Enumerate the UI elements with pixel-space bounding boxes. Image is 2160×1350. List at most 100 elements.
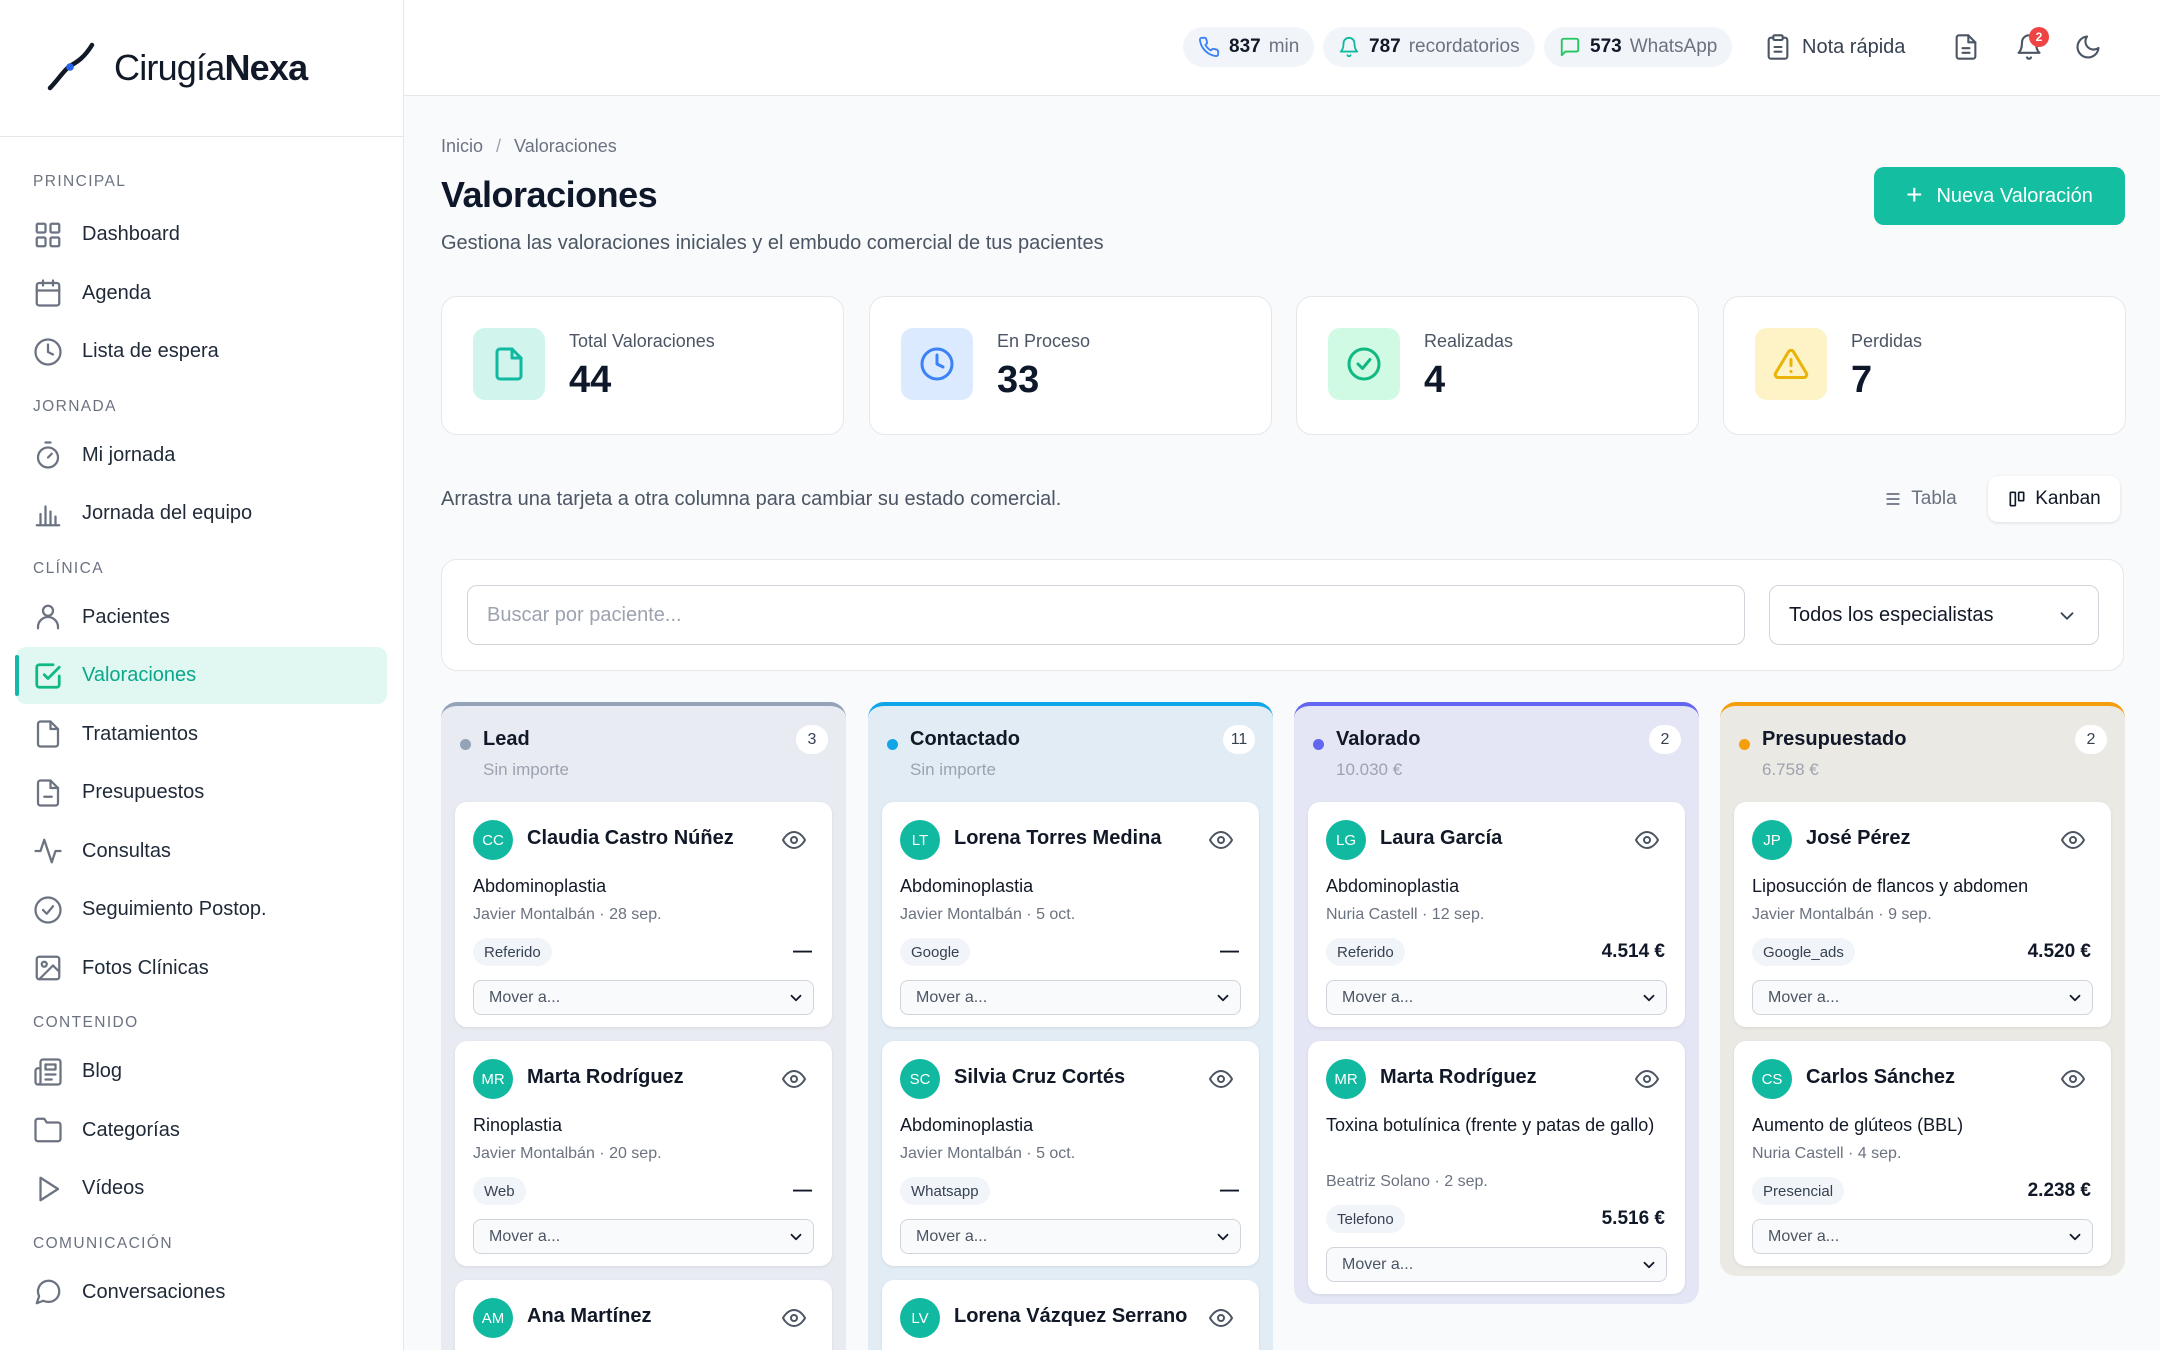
kanban-card[interactable]: LV Lorena Vázquez Serrano <box>882 1280 1259 1350</box>
notifications-button[interactable]: 2 <box>2015 26 2049 68</box>
sidebar-item-label: Valoraciones <box>82 664 197 686</box>
eye-icon[interactable] <box>1209 828 1233 852</box>
new-valoracion-button[interactable]: + Nueva Valoración <box>1874 167 2125 225</box>
sidebar-item-categorías[interactable]: Categorías <box>16 1102 387 1159</box>
sidebar-item-jornada-del-equipo[interactable]: Jornada del equipo <box>16 485 387 542</box>
phone-icon <box>1199 36 1220 57</box>
move-to-select[interactable]: Mover a... <box>1752 980 2093 1015</box>
reminders-pill[interactable]: 787 recordatorios <box>1323 27 1535 67</box>
kanban-card[interactable]: CS Carlos Sánchez Aumento de glúteos (BBL)… <box>1734 1041 2111 1266</box>
eye-icon[interactable] <box>1209 1306 1233 1330</box>
eye-icon[interactable] <box>782 828 806 852</box>
eye-icon[interactable] <box>782 1067 806 1091</box>
sidebar-item-lista-de-espera[interactable]: Lista de espera <box>16 323 387 380</box>
sidebar-item-presupuestos[interactable]: Presupuestos <box>16 764 387 821</box>
specialist-select[interactable]: Todos los especialistas <box>1769 585 2099 645</box>
move-to-placeholder: Mover a... <box>1342 1255 1414 1273</box>
source-tag: Web <box>473 1177 526 1205</box>
kanban-card[interactable]: LG Laura García Abdominoplastia Nuria Caste… <box>1308 802 1685 1027</box>
kanban-card[interactable]: JP José Pérez Liposucción de flancos y abd… <box>1734 802 2111 1027</box>
card-amount: 4.520 € <box>2027 941 2091 962</box>
stat-icon-box <box>901 328 973 400</box>
sidebar-item-label: Jornada del equipo <box>82 502 253 524</box>
sidebar-item-label: Dashboard <box>82 223 180 245</box>
chevron-down-icon <box>1217 994 1229 1002</box>
eye-icon[interactable] <box>1635 1067 1659 1091</box>
move-to-select[interactable]: Mover a... <box>900 1219 1241 1254</box>
patient-name[interactable]: Ana Martínez <box>527 1305 651 1328</box>
kanban-card[interactable]: MR Marta Rodríguez Rinoplastia Javier Monta… <box>455 1041 832 1266</box>
notifications-badge: 2 <box>2029 27 2049 47</box>
procedure: Liposucción de flancos y abdomen <box>1752 876 2029 896</box>
sidebar-item-conversaciones[interactable]: Conversaciones <box>16 1264 387 1321</box>
patient-name[interactable]: Silvia Cruz Cortés <box>954 1066 1125 1089</box>
card-meta: Javier Montalbán · 28 sep. <box>473 906 662 923</box>
minutes-pill[interactable]: 837 min <box>1183 27 1315 67</box>
stat-value: 44 <box>569 359 612 401</box>
stat-value: 4 <box>1424 359 1446 401</box>
sidebar-item-tratamientos[interactable]: Tratamientos <box>16 706 387 763</box>
sidebar-item-fotos-clínicas[interactable]: Fotos Clínicas <box>16 940 387 997</box>
minutes-unit: min <box>1268 36 1300 57</box>
sidebar-item-vídeos[interactable]: Vídeos <box>16 1160 387 1217</box>
avatar: SC <box>900 1059 940 1099</box>
card-meta: Nuria Castell · 12 sep. <box>1326 906 1485 923</box>
avatar: CC <box>473 820 513 860</box>
sidebar-item-blog[interactable]: Blog <box>16 1043 387 1100</box>
sidebar-item-valoraciones[interactable]: Valoraciones <box>15 647 387 704</box>
move-to-select[interactable]: Mover a... <box>1752 1219 2093 1254</box>
patient-name[interactable]: Carlos Sánchez <box>1806 1066 1955 1089</box>
kanban-card[interactable]: LT Lorena Torres Medina Abdominoplastia Jav… <box>882 802 1259 1027</box>
sidebar-item-pacientes[interactable]: Pacientes <box>16 589 387 646</box>
view-table-button[interactable]: Tabla <box>1858 476 1982 522</box>
document-button[interactable] <box>1952 26 1980 68</box>
patient-name[interactable]: Lorena Vázquez Serrano <box>954 1305 1187 1328</box>
sidebar-item-seguimiento-postop-[interactable]: Seguimiento Postop. <box>16 881 387 938</box>
patient-name[interactable]: Laura García <box>1380 827 1502 850</box>
source-tag: Presencial <box>1752 1177 1845 1205</box>
search-input[interactable]: Buscar por paciente... <box>467 585 1745 645</box>
kanban-column[interactable]: Valorado 10.030 € 2 LG Laura García Abdominop… <box>1294 702 1699 1304</box>
sidebar-item-agenda[interactable]: Agenda <box>16 265 387 322</box>
card-amount: — <box>793 1180 812 1201</box>
sidebar-item-consultas[interactable]: Consultas <box>16 823 387 880</box>
card-amount: — <box>1220 941 1239 962</box>
eye-icon[interactable] <box>1209 1067 1233 1091</box>
kanban-card[interactable]: MR Marta Rodríguez Toxina botulínica (fren… <box>1308 1041 1685 1294</box>
whatsapp-pill[interactable]: 573 WhatsApp <box>1544 27 1733 67</box>
patient-name[interactable]: José Pérez <box>1806 827 1911 850</box>
procedure: Toxina botulínica (frente y patas de gal… <box>1326 1115 1655 1135</box>
breadcrumb-home[interactable]: Inicio <box>441 136 483 156</box>
message-icon <box>1560 37 1580 57</box>
avatar: LG <box>1326 820 1366 860</box>
patient-name[interactable]: Claudia Castro Núñez <box>527 827 734 850</box>
kanban-column[interactable]: Contactado Sin importe 11 LT Lorena Torres M… <box>868 702 1273 1350</box>
kanban-card[interactable]: SC Silvia Cruz Cortés Abdominoplastia Javie… <box>882 1041 1259 1266</box>
sidebar-item-label: Presupuestos <box>82 781 205 803</box>
eye-icon[interactable] <box>2061 1067 2085 1091</box>
move-to-select[interactable]: Mover a... <box>1326 980 1667 1015</box>
kanban-column[interactable]: Lead Sin importe 3 CC Claudia Castro Núñez Ab… <box>441 702 846 1350</box>
move-to-select[interactable]: Mover a... <box>473 1219 814 1254</box>
sidebar-item-dashboard[interactable]: Dashboard <box>16 206 387 263</box>
move-to-select[interactable]: Mover a... <box>473 980 814 1015</box>
card-amount: 4.514 € <box>1601 941 1665 962</box>
sidebar-item-mi-jornada[interactable]: Mi jornada <box>16 427 387 484</box>
card-amount: — <box>793 941 812 962</box>
move-to-select[interactable]: Mover a... <box>1326 1247 1667 1282</box>
eye-icon[interactable] <box>1635 828 1659 852</box>
kanban-card[interactable]: AM Ana Martínez <box>455 1280 832 1350</box>
eye-icon[interactable] <box>2061 828 2085 852</box>
kanban-card[interactable]: CC Claudia Castro Núñez Abdominoplastia Jav… <box>455 802 832 1027</box>
patient-name[interactable]: Marta Rodríguez <box>1380 1066 1537 1089</box>
quick-note-button[interactable]: Nota rápida <box>1764 26 1905 68</box>
brand[interactable]: CirugíaNexa <box>0 0 403 137</box>
theme-toggle-button[interactable] <box>2074 26 2102 68</box>
patient-name[interactable]: Marta Rodríguez <box>527 1066 684 1089</box>
column-title: Contactado <box>910 728 1020 750</box>
kanban-column[interactable]: Presupuestado 6.758 € 2 JP José Pérez Liposuc… <box>1720 702 2125 1276</box>
patient-name[interactable]: Lorena Torres Medina <box>954 827 1161 850</box>
move-to-select[interactable]: Mover a... <box>900 980 1241 1015</box>
view-kanban-button[interactable]: Kanban <box>1988 476 2120 522</box>
eye-icon[interactable] <box>782 1306 806 1330</box>
